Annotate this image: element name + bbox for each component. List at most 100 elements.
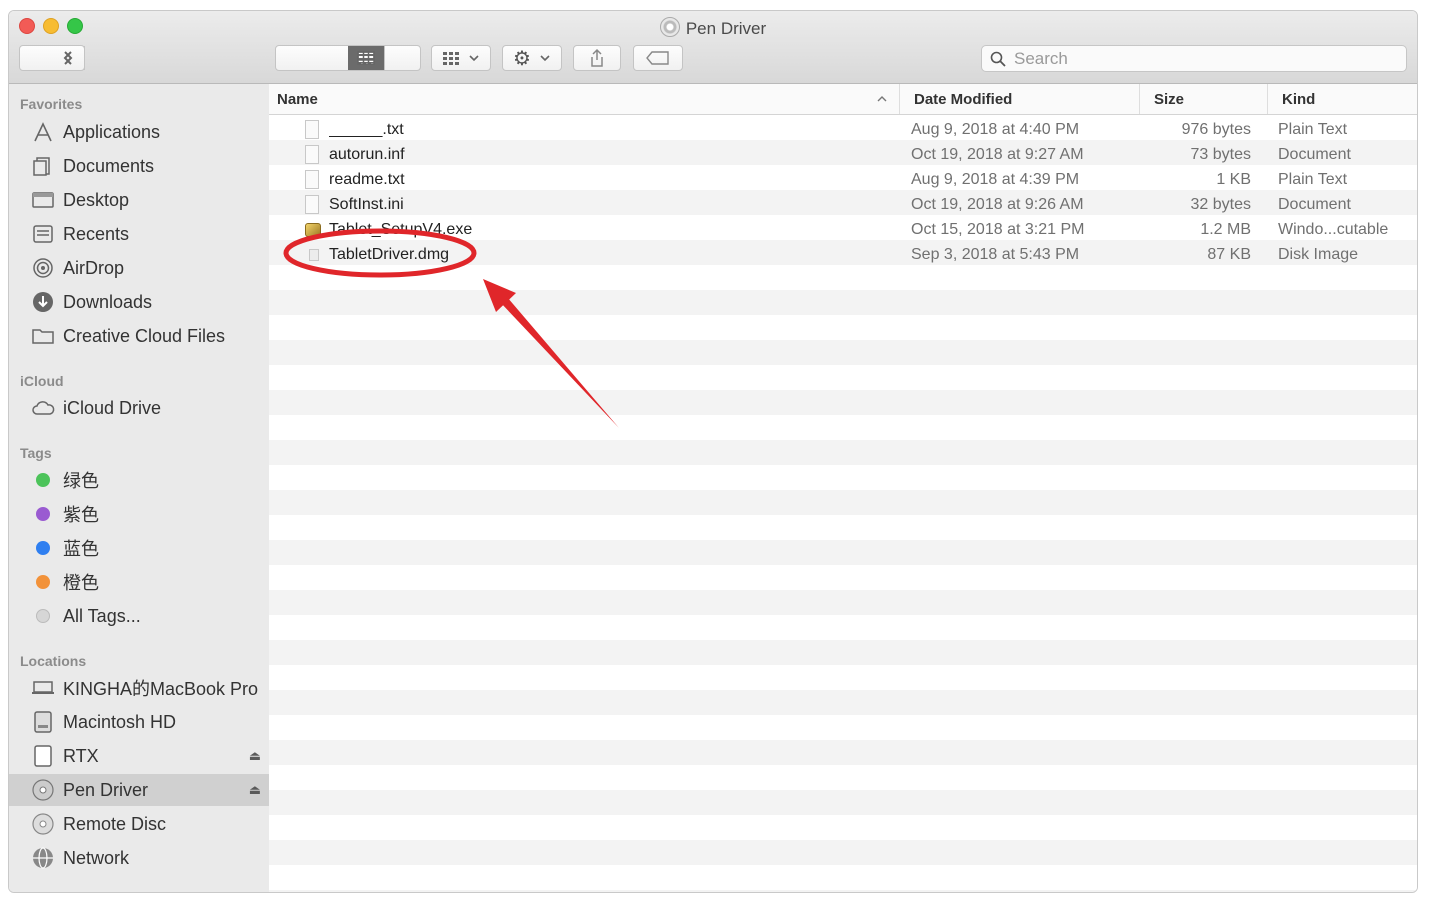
sidebar-item-tag-orange[interactable]: 橙色 bbox=[9, 566, 269, 598]
recents-icon bbox=[31, 222, 55, 246]
tag-icon bbox=[646, 51, 669, 65]
applications-icon bbox=[31, 120, 55, 144]
gear-icon: ⚙ bbox=[513, 47, 531, 70]
share-button[interactable] bbox=[573, 45, 621, 71]
tag-color-dot bbox=[31, 570, 55, 594]
sidebar-item-documents[interactable]: Documents bbox=[9, 150, 269, 182]
file-row[interactable]: ______.txt Aug 9, 2018 at 4:40 PM 976 by… bbox=[269, 117, 1417, 142]
sidebar-item-tag-blue[interactable]: 蓝色 bbox=[9, 532, 269, 564]
sort-ascending-icon bbox=[877, 96, 887, 102]
finder-window: Pen Driver ⚙ Search Favorites Applicatio… bbox=[8, 10, 1418, 893]
file-date: Oct 15, 2018 at 3:21 PM bbox=[911, 221, 1085, 238]
sidebar-item-label: Documents bbox=[63, 155, 155, 176]
window-title: Pen Driver bbox=[9, 17, 1417, 39]
sidebar-item-label: Pen Driver bbox=[63, 779, 149, 800]
document-icon bbox=[305, 195, 319, 214]
search-field[interactable] bbox=[981, 45, 1407, 72]
forward-button[interactable] bbox=[52, 46, 84, 70]
file-size: 87 KB bbox=[1207, 246, 1251, 263]
file-kind: Document bbox=[1278, 196, 1351, 213]
sidebar-item-label: KINGHA的MacBook Pro bbox=[63, 679, 259, 699]
sidebar-item-remote-disc[interactable]: Remote Disc bbox=[9, 808, 269, 840]
file-kind: Document bbox=[1278, 146, 1351, 163]
file-name: autorun.inf bbox=[329, 146, 405, 163]
sidebar-item-label: 蓝色 bbox=[63, 539, 99, 559]
column-header-size[interactable]: Size bbox=[1139, 84, 1267, 114]
gallery-view-icon bbox=[357, 51, 375, 64]
back-forward-group bbox=[19, 45, 85, 71]
sidebar-item-downloads[interactable]: Downloads bbox=[9, 286, 269, 318]
documents-icon bbox=[31, 154, 55, 178]
file-size: 1 KB bbox=[1216, 171, 1251, 188]
file-list: ______.txt Aug 9, 2018 at 4:40 PM 976 by… bbox=[269, 115, 1417, 892]
sidebar-item-label: iCloud Drive bbox=[63, 397, 162, 418]
group-by-button[interactable] bbox=[431, 45, 491, 71]
file-size: 976 bytes bbox=[1181, 121, 1251, 138]
file-name: SoftInst.ini bbox=[329, 196, 404, 213]
sidebar-item-creative-cloud-files[interactable]: Creative Cloud Files bbox=[9, 320, 269, 352]
sidebar-item-icloud-drive[interactable]: iCloud Drive bbox=[9, 392, 269, 424]
laptop-icon bbox=[31, 676, 55, 700]
sidebar-header-tags: Tags bbox=[20, 445, 52, 461]
column-header-name[interactable]: Name bbox=[277, 84, 899, 114]
sidebar-header-icloud: iCloud bbox=[20, 373, 64, 389]
network-icon bbox=[31, 846, 55, 870]
search-icon bbox=[990, 51, 1006, 67]
sidebar-item-macintosh-hd[interactable]: Macintosh HD bbox=[9, 706, 269, 738]
file-kind: Disk Image bbox=[1278, 246, 1359, 263]
sidebar-item-airdrop[interactable]: AirDrop bbox=[9, 252, 269, 284]
sidebar-item-recents[interactable]: Recents bbox=[9, 218, 269, 250]
file-row[interactable]: TabletDriver.dmg Sep 3, 2018 at 5:43 PM … bbox=[269, 242, 1417, 267]
sidebar-item-applications[interactable]: Applications bbox=[9, 116, 269, 148]
file-name: TabletDriver.dmg bbox=[329, 246, 450, 263]
gallery-view-button[interactable] bbox=[348, 46, 384, 70]
view-mode-group bbox=[275, 45, 421, 71]
sidebar-item-macbook[interactable]: KINGHA的MacBook Pro bbox=[9, 672, 269, 704]
action-button[interactable]: ⚙ bbox=[502, 45, 562, 71]
cloud-icon bbox=[31, 396, 55, 420]
sidebar-item-label: Recents bbox=[63, 223, 130, 244]
file-name: Tablet_SetupV4.exe bbox=[329, 221, 473, 238]
sidebar-item-tag-green[interactable]: 绿色 bbox=[9, 464, 269, 496]
sidebar-item-pen-driver[interactable]: Pen Driver ⏏ bbox=[9, 774, 269, 806]
sidebar-item-label: 橙色 bbox=[63, 573, 99, 593]
file-size: 1.2 MB bbox=[1200, 221, 1251, 238]
tag-color-dot bbox=[31, 604, 55, 628]
file-row[interactable]: Tablet_SetupV4.exe Oct 15, 2018 at 3:21 … bbox=[269, 217, 1417, 242]
downloads-icon bbox=[31, 290, 55, 314]
sidebar-item-desktop[interactable]: Desktop bbox=[9, 184, 269, 216]
desktop-icon bbox=[31, 188, 55, 212]
eject-icon[interactable]: ⏏ bbox=[249, 748, 261, 764]
sidebar-item-label: RTX bbox=[63, 745, 99, 766]
sidebar-item-rtx[interactable]: RTX ⏏ bbox=[9, 740, 269, 772]
eject-icon[interactable]: ⏏ bbox=[249, 782, 261, 798]
search-input[interactable] bbox=[1012, 47, 1396, 70]
file-row[interactable]: autorun.inf Oct 19, 2018 at 9:27 AM 73 b… bbox=[269, 142, 1417, 167]
file-size: 32 bytes bbox=[1190, 196, 1251, 213]
sidebar-item-label: Applications bbox=[63, 121, 161, 142]
edit-tags-button[interactable] bbox=[633, 45, 683, 71]
column-header-label: Size bbox=[1154, 90, 1185, 108]
disc-icon bbox=[659, 17, 680, 37]
sidebar-item-label: 紫色 bbox=[63, 505, 99, 525]
sidebar-item-label: Creative Cloud Files bbox=[63, 325, 226, 346]
disc-icon bbox=[31, 778, 55, 802]
file-kind: Plain Text bbox=[1278, 121, 1348, 138]
sidebar-item-label: AirDrop bbox=[63, 257, 125, 278]
sidebar-item-label: Remote Disc bbox=[63, 813, 167, 834]
tag-color-dot bbox=[31, 468, 55, 492]
file-row[interactable]: readme.txt Aug 9, 2018 at 4:39 PM 1 KB P… bbox=[269, 167, 1417, 192]
hard-drive-icon bbox=[31, 710, 55, 734]
sidebar-item-network[interactable]: Network bbox=[9, 842, 269, 874]
share-icon bbox=[591, 48, 603, 67]
sidebar-item-tag-purple[interactable]: 紫色 bbox=[9, 498, 269, 530]
sidebar-item-label: Desktop bbox=[63, 189, 130, 210]
sidebar-item-all-tags[interactable]: All Tags... bbox=[9, 600, 269, 632]
sidebar-header-locations: Locations bbox=[20, 653, 87, 669]
group-icon bbox=[443, 52, 459, 65]
file-row[interactable]: SoftInst.ini Oct 19, 2018 at 9:26 AM 32 … bbox=[269, 192, 1417, 217]
file-size: 73 bytes bbox=[1190, 146, 1251, 163]
file-date: Sep 3, 2018 at 5:43 PM bbox=[911, 246, 1080, 263]
column-header-date[interactable]: Date Modified bbox=[899, 84, 1139, 114]
column-header-kind[interactable]: Kind bbox=[1267, 84, 1417, 114]
